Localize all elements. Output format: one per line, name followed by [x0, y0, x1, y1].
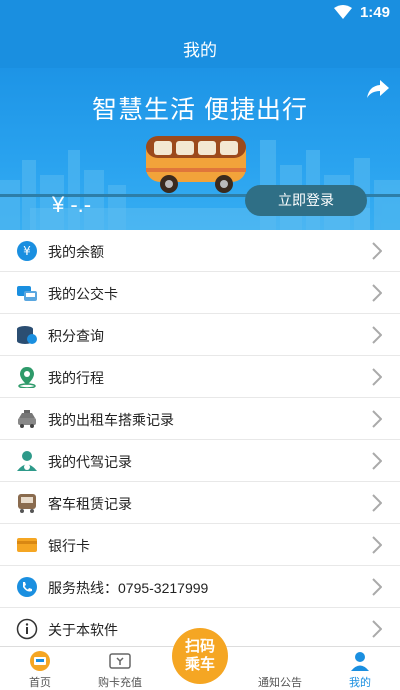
me-icon [351, 652, 369, 671]
scan-icon: 扫码 乘车 [184, 638, 215, 673]
coins-icon [17, 326, 37, 344]
yen-icon: ¥ [17, 241, 37, 261]
tab-label: 我的 [349, 677, 371, 689]
scan-ride-button[interactable]: 扫码 乘车 [172, 628, 228, 684]
bank-card-icon [17, 538, 37, 552]
chevron-right-icon [372, 242, 382, 260]
chevron-right-icon [372, 536, 382, 554]
title-bar: 我的 [0, 26, 400, 68]
menu-item-label: 我的代驾记录 [48, 454, 132, 470]
login-button[interactable]: 立即登录 [245, 185, 367, 216]
wifi-icon [334, 5, 352, 19]
info-icon [16, 618, 38, 640]
phone-icon [17, 577, 37, 597]
chevron-right-icon [372, 326, 382, 344]
coach-bus-icon [18, 494, 36, 513]
status-time: 1:49 [359, 4, 390, 21]
menu-item-label: 我的出租车搭乘记录 [48, 412, 174, 428]
tab-label: 首页 [29, 677, 51, 689]
tab-label: 通知公告 [258, 677, 302, 689]
driver-icon [17, 451, 37, 471]
menu-item-trips[interactable]: 我的行程 [0, 356, 400, 398]
route-pin-icon [18, 367, 36, 388]
bus-illustration [146, 136, 246, 193]
banner-slogan: 智慧生活 便捷出行 [92, 96, 308, 124]
menu-item-bus-card[interactable]: 我的公交卡 [0, 272, 400, 314]
menu-item-label: 我的余额 [48, 244, 104, 260]
chevron-right-icon [372, 368, 382, 386]
page-title: 我的 [183, 41, 217, 60]
chevron-right-icon [372, 452, 382, 470]
menu-item-label: 我的行程 [48, 370, 104, 386]
menu-item-bank-card[interactable]: 银行卡 [0, 524, 400, 566]
chevron-right-icon [372, 620, 382, 638]
bus-card-icon [17, 286, 37, 301]
menu-item-label: 客车租赁记录 [48, 496, 132, 512]
menu-item-coach-rental[interactable]: 客车租赁记录 [0, 482, 400, 524]
home-icon [30, 651, 50, 671]
tab-recharge[interactable]: 购卡充值 [80, 647, 160, 690]
menu-item-points[interactable]: 积分查询 [0, 314, 400, 356]
tab-label: 购卡充值 [98, 677, 142, 689]
balance-value: ¥ -.- [52, 192, 92, 217]
menu-item-label: 服务热线：0795-3217999 [48, 580, 209, 596]
chevron-right-icon [372, 578, 382, 596]
tab-notice[interactable]: 通知公告 [240, 647, 320, 690]
chevron-right-icon [372, 284, 382, 302]
menu-item-balance[interactable]: ¥ 我的余额 [0, 230, 400, 272]
taxi-icon [18, 410, 36, 428]
recharge-icon [109, 653, 131, 669]
chevron-right-icon [372, 410, 382, 428]
menu-item-taxi-records[interactable]: 我的出租车搭乘记录 [0, 398, 400, 440]
chevron-right-icon [372, 494, 382, 512]
menu-item-label: 关于本软件 [48, 622, 118, 638]
menu-item-label: 我的公交卡 [48, 286, 118, 302]
svg-text:¥: ¥ [23, 244, 31, 258]
tab-me[interactable]: 我的 [320, 647, 400, 690]
tab-home[interactable]: 首页 [0, 647, 80, 690]
menu-item-hotline[interactable]: 服务热线：0795-3217999 [0, 566, 400, 608]
menu-item-label: 积分查询 [48, 328, 104, 344]
profile-banner: 智慧生活 便捷出行 ¥ -.- 立即登录 [0, 68, 400, 230]
profile-menu: ¥ 我的余额 我的公交卡 积分查询 我的行程 我的出租车搭乘记录 我的代驾记录 … [0, 230, 400, 650]
menu-item-driver-records[interactable]: 我的代驾记录 [0, 440, 400, 482]
menu-item-label: 银行卡 [48, 538, 90, 554]
status-bar: 1:49 [0, 0, 400, 26]
